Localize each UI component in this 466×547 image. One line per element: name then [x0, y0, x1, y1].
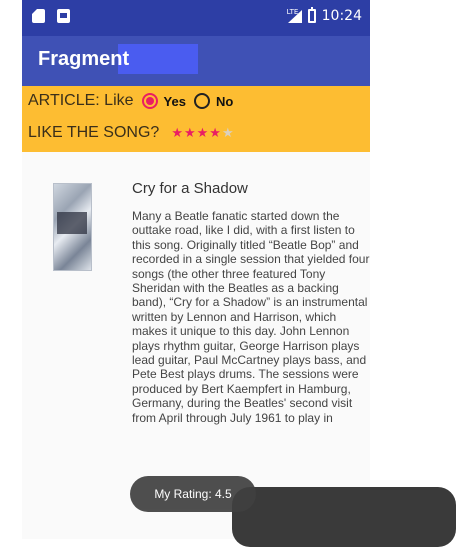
battery-icon [307, 7, 316, 23]
album-cover-label [57, 212, 87, 234]
star-icon[interactable]: ★ [209, 125, 222, 140]
rating-panel: ARTICLE: Like Yes No LIKE THE SONG? ★★★★… [22, 86, 370, 152]
sd-card-icon [32, 9, 45, 23]
star-icon[interactable]: ★ [184, 125, 197, 140]
song-rating-row: LIKE THE SONG? ★★★★★ [28, 124, 235, 142]
album-cover-image [53, 183, 92, 271]
article-like-row: ARTICLE: Like Yes No [28, 92, 233, 110]
article-like-label: ARTICLE: Like [28, 92, 134, 109]
star-icon[interactable]: ★ [197, 125, 210, 140]
song-rating-label: LIKE THE SONG? [28, 124, 160, 141]
title-selection-highlight [118, 44, 198, 74]
song-title: Cry for a Shadow [132, 180, 248, 197]
network-type: LTE [286, 7, 299, 16]
song-description: Many a Beatle fanatic started down the o… [132, 209, 370, 425]
message-icon [57, 9, 70, 23]
status-time: 10:24 [321, 8, 362, 24]
status-bar: LTE 10:24 [22, 0, 370, 36]
rating-toast: My Rating: 4.5 [130, 476, 256, 512]
radio-yes-label[interactable]: Yes [164, 94, 186, 109]
rating-bar[interactable]: ★★★★★ [171, 125, 234, 141]
star-icon[interactable]: ★ [222, 125, 235, 140]
app-title: Fragment [38, 48, 130, 70]
radio-no-label[interactable]: No [216, 94, 233, 109]
status-right: LTE 10:24 [286, 7, 362, 24]
radio-no[interactable] [193, 93, 210, 109]
status-left-icons [32, 9, 70, 23]
radio-yes[interactable] [141, 93, 158, 109]
star-icon[interactable]: ★ [171, 125, 184, 140]
signal-icon: LTE [286, 7, 302, 23]
snackbar [232, 487, 456, 547]
phone-screen: LTE 10:24 Fragment ARTICLE: Like Yes No … [22, 0, 370, 539]
app-bar: Fragment [22, 36, 370, 86]
